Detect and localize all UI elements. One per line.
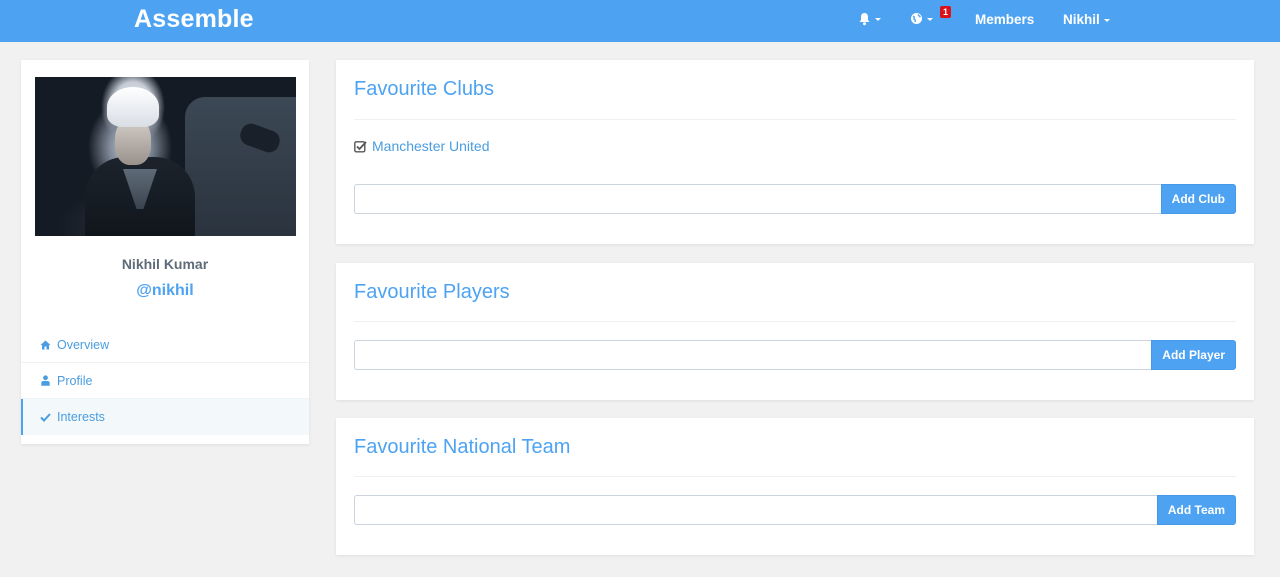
chevron-down-icon: [927, 17, 933, 21]
notifications-dropdown[interactable]: [858, 12, 881, 26]
language-dropdown[interactable]: [910, 12, 933, 25]
checkbox-checked-icon: [354, 140, 367, 152]
add-team-form: Add Team: [354, 495, 1236, 525]
check-icon: [35, 412, 55, 422]
brand-logo[interactable]: Assemble: [134, 5, 254, 34]
globe-icon: [911, 13, 922, 24]
user-menu-label: Nikhil: [1063, 12, 1100, 27]
sidebar-item-label: Profile: [57, 373, 93, 388]
panel-title: Favourite Players: [354, 281, 510, 303]
panel-title: Favourite National Team: [354, 436, 571, 458]
favourite-clubs-panel: Favourite Clubs Manchester United Add Cl…: [336, 60, 1254, 244]
add-team-button[interactable]: Add Team: [1156, 495, 1236, 525]
sidebar-item-overview[interactable]: Overview: [21, 327, 309, 363]
club-input[interactable]: [354, 184, 1161, 214]
bell-icon: [859, 13, 870, 26]
sidebar-item-profile[interactable]: Profile: [21, 363, 309, 399]
divider: [354, 476, 1236, 477]
profile-sidebar: Nikhil Kumar @nikhil Overview Profile In…: [21, 60, 309, 444]
favourite-players-panel: Favourite Players Add Player: [336, 263, 1254, 400]
sidebar-item-label: Interests: [57, 410, 105, 424]
avatar: [35, 77, 296, 236]
profile-handle[interactable]: @nikhil: [21, 282, 309, 300]
profile-name: Nikhil Kumar: [121, 256, 209, 272]
divider: [354, 119, 1236, 120]
club-name: Manchester United: [372, 138, 490, 154]
national-team-input[interactable]: [354, 495, 1157, 525]
chevron-down-icon: [1103, 18, 1110, 22]
add-player-form: Add Player: [354, 340, 1236, 370]
top-navbar: Assemble 1 Members Nikhil: [0, 0, 1280, 42]
add-player-button[interactable]: Add Player: [1151, 340, 1236, 370]
notification-count-badge: 1: [940, 6, 952, 18]
members-link[interactable]: Members: [975, 12, 1034, 27]
divider: [354, 321, 1236, 322]
add-club-form: Add Club: [354, 184, 1236, 214]
sidebar-menu: Overview Profile Interests: [21, 327, 309, 435]
favourite-national-team-panel: Favourite National Team Add Team: [336, 418, 1254, 555]
user-icon: [35, 375, 55, 386]
chevron-down-icon: [875, 18, 881, 21]
user-menu-dropdown[interactable]: Nikhil: [1063, 12, 1110, 27]
panel-title: Favourite Clubs: [354, 78, 495, 100]
add-club-button[interactable]: Add Club: [1160, 184, 1236, 214]
home-icon: [35, 340, 55, 350]
list-item[interactable]: Manchester United: [354, 138, 490, 154]
sidebar-item-interests[interactable]: Interests: [21, 399, 309, 435]
sidebar-item-label: Overview: [57, 337, 110, 352]
player-input[interactable]: [354, 340, 1152, 370]
